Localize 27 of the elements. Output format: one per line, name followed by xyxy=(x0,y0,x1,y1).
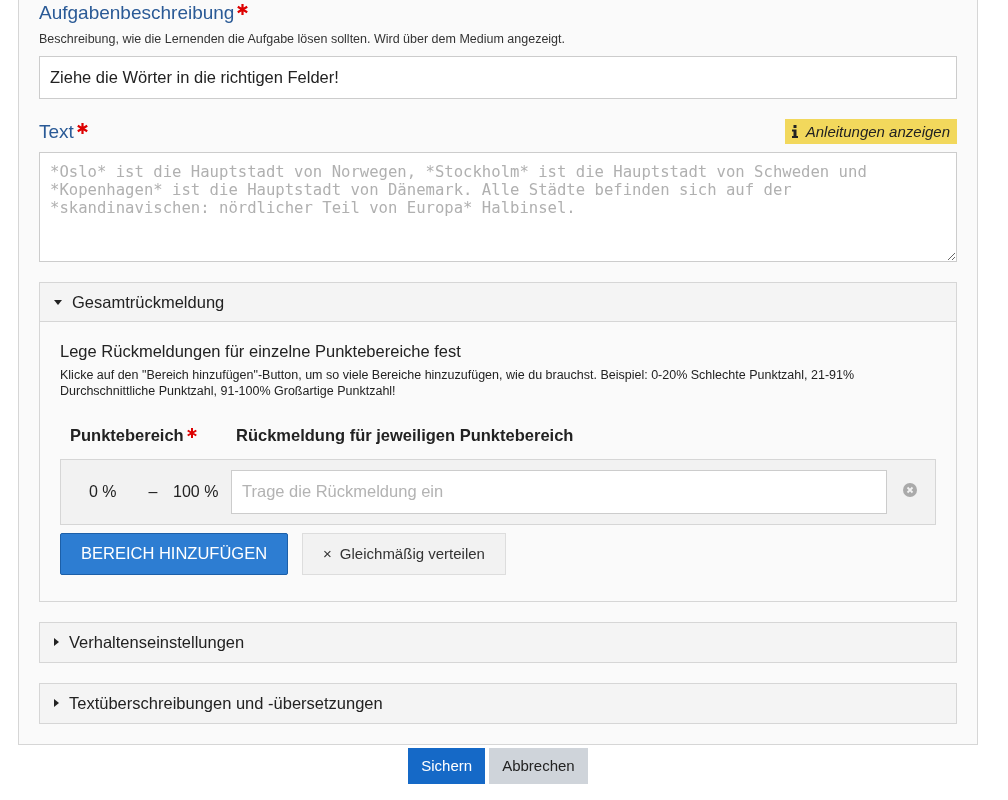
close-icon: × xyxy=(323,545,332,562)
column-header: Punktebereich xyxy=(70,425,184,445)
section-header[interactable]: Gesamtrückmeldung xyxy=(40,283,956,322)
field-label: Aufgabenbeschreibung xyxy=(39,2,235,24)
cancel-button[interactable]: Abbrechen xyxy=(489,747,588,784)
range-from: 0 % xyxy=(89,482,118,501)
caret-icon xyxy=(54,699,59,707)
caret-icon xyxy=(54,638,59,646)
save-button[interactable]: Sichern xyxy=(408,747,486,784)
add-range-button[interactable]: BEREICH HINZUFÜGEN xyxy=(60,532,289,575)
instructions-button[interactable]: Anleitungen anzeigen xyxy=(784,119,957,144)
range-separator: – xyxy=(147,482,159,501)
column-header: Rückmeldung für jeweiligen Punktebereich xyxy=(236,425,574,444)
field-label: Text xyxy=(39,120,74,143)
range-to: 100 % xyxy=(173,482,217,501)
remove-icon[interactable] xyxy=(903,482,917,497)
field-hint: Beschreibung, wie die Lernenden die Aufgabe lösen sollten. Wird über dem Medium angezeigt. xyxy=(39,32,567,46)
section-heading: Lege Rückmeldungen für einzelne Punktebereiche fest xyxy=(60,342,462,361)
feedback-field[interactable]: Trage die Rückmeldung ein xyxy=(231,469,887,514)
input-field[interactable]: Ziehe die Wörter in die richtigen Felder! xyxy=(39,56,957,99)
section-description: Klicke auf den "Bereich hinzufügen"-Button, um so viele Bereiche hinzuzufügen, wie du brauchst. Beispiel: 0-20% Schlechte Punktzahl, 21-91% Durchschnittliche Punktzahl, 91-100% Großartige Punktzahl! xyxy=(60,367,856,400)
section-header[interactable]: Verhaltenseinstellungen xyxy=(40,622,956,662)
info-icon xyxy=(791,125,798,138)
text-area[interactable]: *Oslo* ist die Hauptstadt von Norwegen, *Stockholm* ist die Hauptstadt von Schweden und *Kopenhagen* ist die Hauptstadt von Dänemark. Alle Städte befinden sich auf der *skandinavischen: nördlicher Teil von Europa* Halbinsel. xyxy=(39,152,957,262)
distribute-button[interactable]: × Gleichmäßig verteilen xyxy=(302,532,506,575)
section-header[interactable]: Textüberschreibungen und -übersetzungen xyxy=(40,683,956,723)
caret-icon xyxy=(54,299,62,305)
